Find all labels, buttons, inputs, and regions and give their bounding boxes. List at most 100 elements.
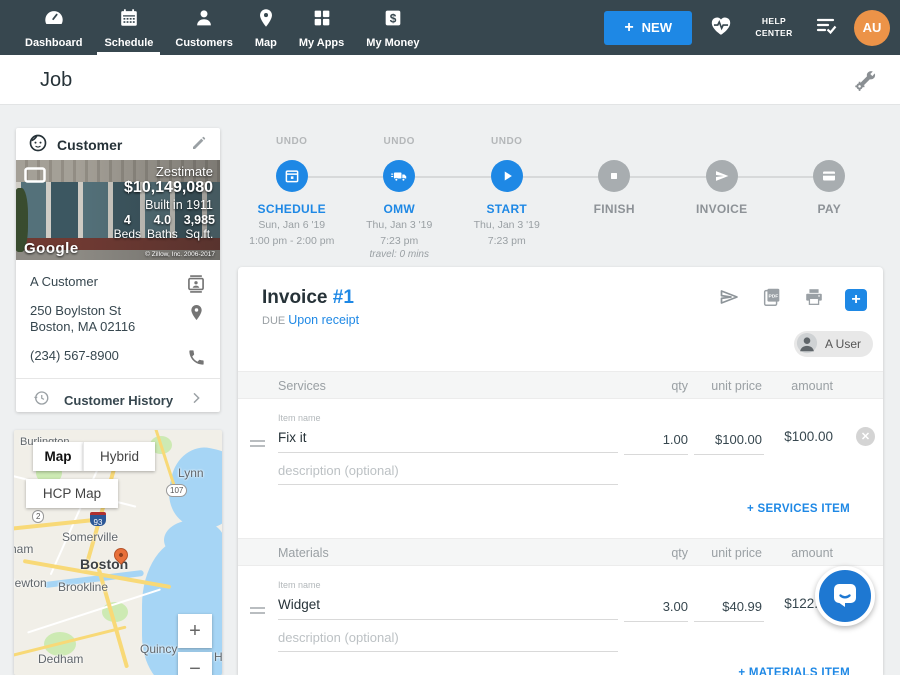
- item-name-input[interactable]: Widget: [278, 597, 618, 620]
- phone-icon[interactable]: [187, 348, 206, 372]
- start-step-button[interactable]: [491, 160, 523, 192]
- section-title: Services: [278, 379, 326, 393]
- nav-item-my-money[interactable]: $ My Money: [355, 0, 430, 55]
- description-input[interactable]: description (optional): [278, 630, 618, 652]
- credit-card-icon: [820, 167, 838, 185]
- zestimate-photo[interactable]: Zestimate $10,149,080 Built in 1911 4Bed…: [16, 160, 220, 260]
- built-year: Built in 1911: [145, 198, 213, 212]
- new-button-label: NEW: [642, 20, 672, 35]
- omw-step-button[interactable]: [383, 160, 415, 192]
- undo-link[interactable]: UNDO: [346, 136, 454, 150]
- qty-value[interactable]: 3.00: [663, 599, 688, 614]
- step-time: 1:00 pm - 2:00 pm: [238, 235, 346, 248]
- step-label: PAY: [776, 202, 884, 216]
- qty-value[interactable]: 1.00: [663, 432, 688, 447]
- step-date: Thu, Jan 3 '19: [453, 219, 561, 232]
- send-invoice-icon[interactable]: [717, 285, 741, 314]
- finish-step-button[interactable]: [598, 160, 630, 192]
- print-icon[interactable]: [803, 286, 825, 313]
- zestimate-value: $10,149,080: [124, 179, 213, 197]
- drag-handle[interactable]: [250, 437, 265, 450]
- invoice-card: Invoice #1 DUEUpon receipt PDF + A User …: [238, 267, 883, 675]
- streetview-frame-icon[interactable]: [24, 167, 46, 188]
- step-time: 7:23 pm: [453, 235, 561, 248]
- map-type-hybrid-button[interactable]: Hybrid: [83, 442, 155, 471]
- nav-item-my-apps[interactable]: My Apps: [288, 0, 355, 55]
- pdf-icon[interactable]: PDF: [761, 286, 783, 313]
- customer-history-label: Customer History: [64, 393, 188, 408]
- invoice-step-button[interactable]: [706, 160, 738, 192]
- send-icon: [713, 167, 731, 185]
- step-travel-note: travel: 0 mins: [346, 248, 454, 261]
- unit-price-value[interactable]: $100.00: [715, 432, 762, 447]
- nav-item-schedule[interactable]: Schedule: [93, 0, 164, 55]
- step-label: OMW: [346, 202, 454, 216]
- location-pin-icon[interactable]: [187, 303, 206, 327]
- unit-price-value[interactable]: $40.99: [722, 599, 762, 614]
- map-road: [27, 588, 161, 633]
- map-label-lynn: Lynn: [178, 466, 204, 480]
- calendar-icon: [118, 7, 140, 34]
- health-heart-icon[interactable]: [708, 12, 734, 43]
- customer-face-icon: [28, 133, 48, 158]
- map-label-dedham: Dedham: [38, 652, 83, 666]
- contact-card-icon[interactable]: [186, 274, 206, 299]
- add-materials-item-link[interactable]: + MATERIALS ITEM: [738, 667, 850, 675]
- step-label: FINISH: [561, 202, 669, 216]
- nav-label: Customers: [175, 37, 232, 49]
- map-water: [164, 520, 222, 560]
- map-widget[interactable]: Burlington Lynn 107 2 93 Somerville ham …: [14, 430, 222, 675]
- undo-link[interactable]: UNDO: [238, 136, 346, 150]
- nav-label: Dashboard: [25, 37, 82, 49]
- column-unit-price: unit price: [711, 379, 762, 393]
- zestimate-label: Zestimate: [156, 164, 213, 179]
- schedule-step-button[interactable]: [276, 160, 308, 192]
- invoice-number: #1: [333, 287, 354, 308]
- map-type-map-button[interactable]: Map: [33, 442, 83, 471]
- map-zoom-in-button[interactable]: +: [178, 614, 212, 648]
- amount-value: $100.00: [784, 429, 833, 444]
- add-services-item-link[interactable]: + SERVICES ITEM: [747, 503, 850, 515]
- edit-pencil-icon[interactable]: [190, 134, 208, 157]
- pay-step-button[interactable]: [813, 160, 845, 192]
- map-label-waltham: ham: [14, 542, 33, 556]
- customer-history-row[interactable]: Customer History: [30, 379, 206, 412]
- checklist-icon[interactable]: [814, 13, 838, 42]
- svg-text:$: $: [390, 11, 397, 25]
- customer-card-header: Customer: [16, 130, 220, 160]
- price-underline: [694, 454, 764, 455]
- chevron-right-icon: [188, 390, 204, 411]
- map-zoom-out-button[interactable]: −: [178, 652, 212, 675]
- stop-icon: [606, 168, 622, 184]
- due-value-link[interactable]: Upon receipt: [288, 313, 359, 327]
- new-button[interactable]: + NEW: [604, 11, 692, 45]
- timeline-step-omw: UNDO OMW Thu, Jan 3 '19 7:23 pm travel: …: [346, 130, 454, 265]
- nav-item-dashboard[interactable]: Dashboard: [14, 0, 93, 55]
- job-tools-icon[interactable]: [853, 68, 878, 98]
- assigned-user-chip[interactable]: A User: [794, 331, 873, 357]
- drag-handle[interactable]: [250, 604, 265, 617]
- description-input[interactable]: description (optional): [278, 463, 618, 485]
- user-silhouette-icon: [796, 333, 818, 355]
- user-avatar[interactable]: AU: [854, 10, 890, 46]
- nav-label: My Apps: [299, 37, 344, 49]
- chat-bubble-button[interactable]: [815, 566, 875, 626]
- step-date: Sun, Jan 6 '19: [238, 219, 346, 232]
- stat-baths: 4.0Baths: [147, 213, 178, 241]
- column-qty: qty: [671, 546, 688, 560]
- remove-item-button[interactable]: ✕: [856, 427, 875, 446]
- nav-item-map[interactable]: Map: [244, 0, 288, 55]
- add-invoice-button[interactable]: +: [845, 289, 867, 311]
- step-label: START: [453, 202, 561, 216]
- hcp-map-button[interactable]: HCP Map: [26, 479, 118, 508]
- customer-address-row: 250 Boylston StBoston, MA 02116: [30, 303, 206, 335]
- undo-link[interactable]: UNDO: [453, 136, 561, 150]
- customer-address: 250 Boylston StBoston, MA 02116: [30, 303, 206, 335]
- nav-right: + NEW HELP CENTER AU: [604, 0, 890, 55]
- item-name-input[interactable]: Fix it: [278, 430, 618, 453]
- nav-item-customers[interactable]: Customers: [164, 0, 243, 55]
- google-watermark: Google: [24, 240, 79, 257]
- nav-label: My Money: [366, 37, 419, 49]
- help-center-link[interactable]: HELP CENTER: [750, 16, 798, 38]
- timeline-step-pay: PAY: [776, 130, 884, 265]
